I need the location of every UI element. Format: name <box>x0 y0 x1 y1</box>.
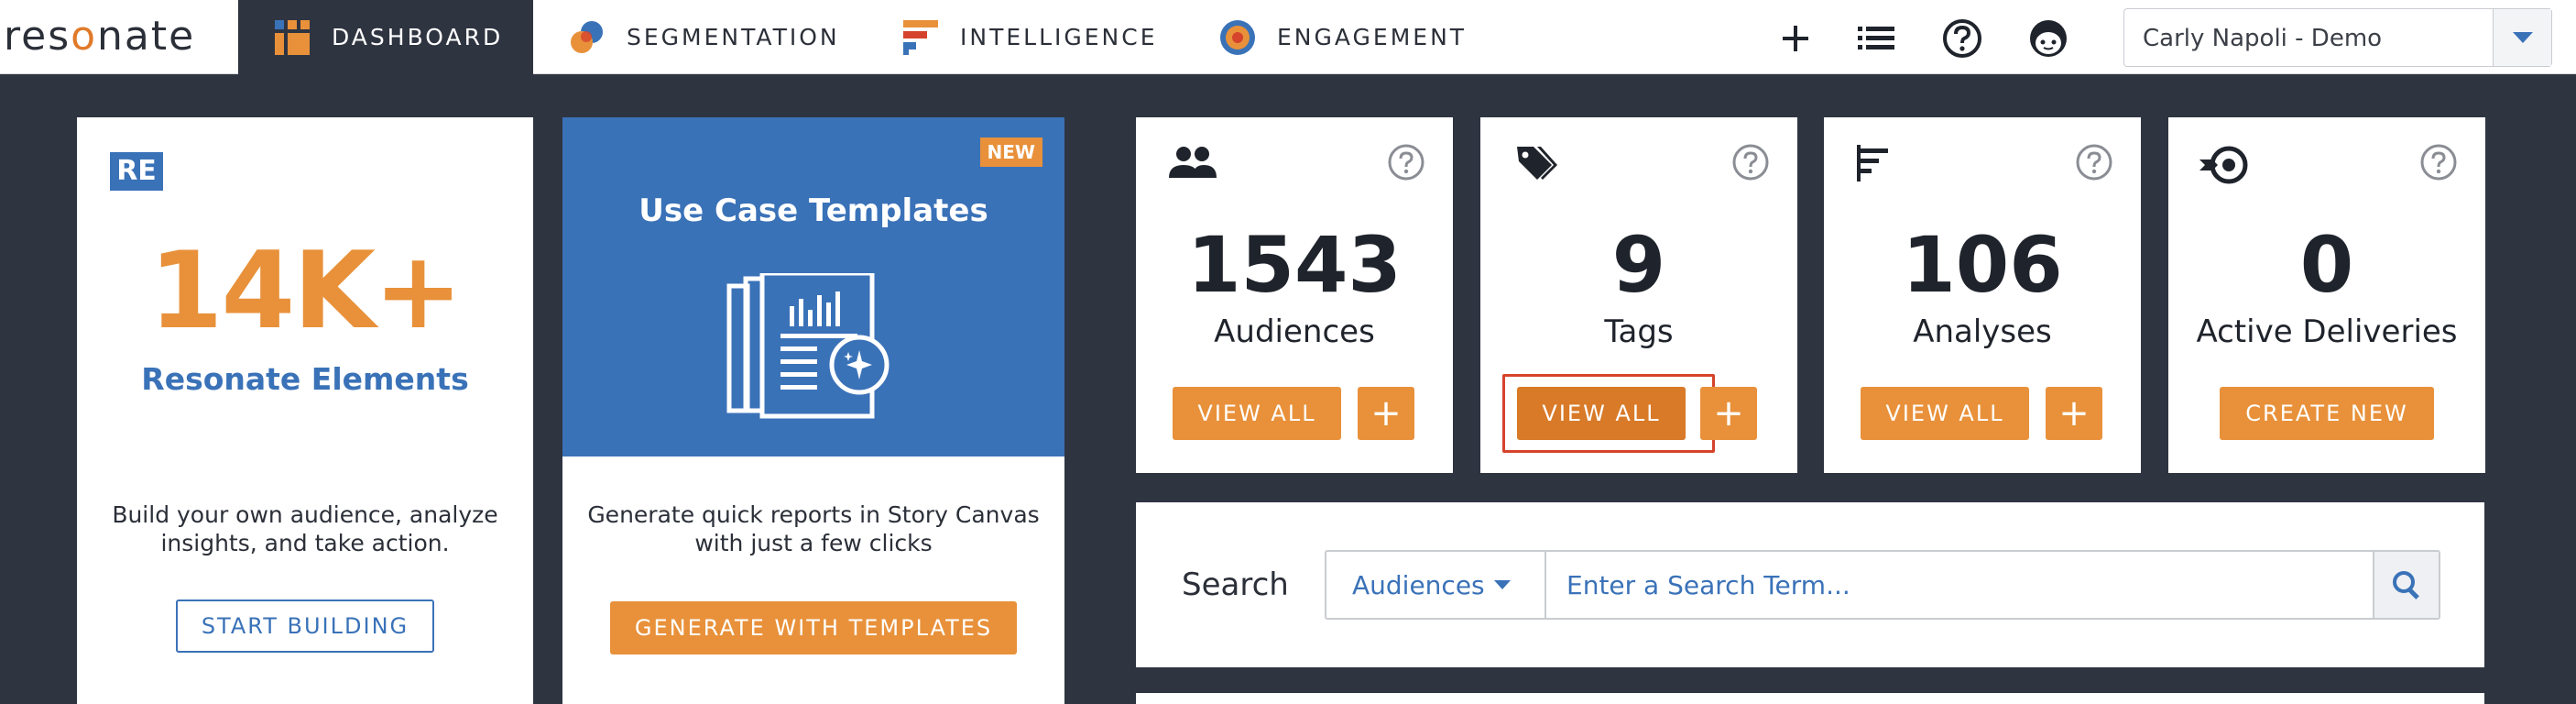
delivery-target-icon <box>2198 141 2253 189</box>
deliveries-label: Active Deliveries <box>2196 314 2458 350</box>
tags-label: Tags <box>1604 314 1674 350</box>
tab-segmentation[interactable]: SEGMENTATION <box>568 0 840 74</box>
plus-icon[interactable] <box>1775 18 1816 59</box>
report-documents-icon <box>726 270 909 429</box>
add-analysis-button[interactable]: + <box>2046 387 2102 440</box>
analyses-label: Analyses <box>1913 314 2052 350</box>
create-delivery-button[interactable]: CREATE NEW <box>2220 387 2434 440</box>
audiences-count: 1543 <box>1187 220 1402 310</box>
segmentation-icon <box>568 18 606 57</box>
logo-text-left: res <box>4 13 71 60</box>
people-icon <box>1165 141 1220 189</box>
search-scope-value: Audiences <box>1352 569 1485 600</box>
list-icon[interactable] <box>1856 18 1896 59</box>
generate-with-templates-button[interactable]: GENERATE WITH TEMPLATES <box>610 601 1017 654</box>
re-badge: RE <box>110 152 163 191</box>
account-select-value: Carly Napoli - Demo <box>2143 25 2383 52</box>
user-avatar-icon[interactable] <box>2028 18 2068 59</box>
resonate-elements-card: RE 14K+ Resonate Elements Build your own… <box>77 117 533 704</box>
tab-intelligence-label: INTELLIGENCE <box>960 24 1158 50</box>
help-circle-icon[interactable] <box>2419 143 2458 182</box>
search-panel: Search Audiences <box>1136 502 2484 667</box>
tags-count: 9 <box>1611 220 1666 310</box>
templates-description: Generate quick reports in Story Canvas w… <box>587 501 1040 556</box>
caret-down-icon <box>1493 580 1511 589</box>
deliveries-count: 0 <box>2299 220 2354 310</box>
search-button[interactable] <box>2373 552 2439 618</box>
resonate-logo[interactable]: resonate <box>4 13 195 60</box>
bar-chart-icon <box>1853 141 1908 189</box>
tag-icon <box>1510 141 1565 189</box>
start-building-button[interactable]: START BUILDING <box>176 600 434 653</box>
engagement-icon <box>1218 18 1257 57</box>
chevron-down-icon <box>2512 32 2533 43</box>
search-icon <box>2393 571 2419 600</box>
templates-header: NEW Use Case Templates <box>562 117 1064 456</box>
top-navigation: resonate DASHBOARD SEGMENTATION INTELLIG… <box>0 0 2576 74</box>
elements-description: Build your own audience, analyze insight… <box>112 501 498 556</box>
tab-engagement-label: ENGAGEMENT <box>1277 24 1468 50</box>
logo-text-right: nate <box>97 13 196 60</box>
next-panel-edge <box>1136 693 2484 704</box>
analyses-count: 106 <box>1902 220 2063 310</box>
new-badge: NEW <box>979 138 1042 167</box>
help-circle-icon[interactable] <box>2075 143 2113 182</box>
tab-engagement[interactable]: ENGAGEMENT <box>1218 0 1467 74</box>
analyses-card: 106 Analyses VIEW ALL + <box>1824 117 2141 473</box>
elements-label: Resonate Elements <box>141 361 469 397</box>
use-case-templates-card: NEW Use Case Templates Generate quick re… <box>562 117 1064 704</box>
dashboard-icon <box>273 18 311 57</box>
templates-title: Use Case Templates <box>639 192 988 229</box>
tags-view-all-button[interactable]: VIEW ALL <box>1517 387 1686 440</box>
tab-intelligence[interactable]: INTELLIGENCE <box>901 0 1158 74</box>
audiences-label: Audiences <box>1214 314 1375 350</box>
search-input[interactable] <box>1550 552 2374 618</box>
audiences-view-all-button[interactable]: VIEW ALL <box>1173 387 1341 440</box>
add-tag-button[interactable]: + <box>1700 387 1757 440</box>
intelligence-icon <box>901 18 940 57</box>
help-circle-icon[interactable] <box>1387 143 1425 182</box>
search-label: Search <box>1182 566 1289 603</box>
logo-text-o: o <box>71 13 98 60</box>
account-select[interactable]: Carly Napoli - Demo <box>2123 8 2552 67</box>
analyses-view-all-button[interactable]: VIEW ALL <box>1861 387 2029 440</box>
account-select-toggle[interactable] <box>2493 9 2551 66</box>
help-circle-icon[interactable] <box>1942 18 1982 59</box>
tab-dashboard[interactable]: DASHBOARD <box>238 0 533 74</box>
add-audience-button[interactable]: + <box>1358 387 1414 440</box>
active-deliveries-card: 0 Active Deliveries CREATE NEW <box>2168 117 2485 473</box>
elements-count: 14K+ <box>148 229 464 353</box>
tab-dashboard-label: DASHBOARD <box>332 24 504 50</box>
audiences-card: 1543 Audiences VIEW ALL + <box>1136 117 1453 473</box>
tab-segmentation-label: SEGMENTATION <box>627 24 840 50</box>
search-box: Audiences <box>1325 550 2440 620</box>
help-circle-icon[interactable] <box>1731 143 1770 182</box>
search-scope-dropdown[interactable]: Audiences <box>1326 552 1546 618</box>
tags-card: 9 Tags VIEW ALL + <box>1480 117 1797 473</box>
